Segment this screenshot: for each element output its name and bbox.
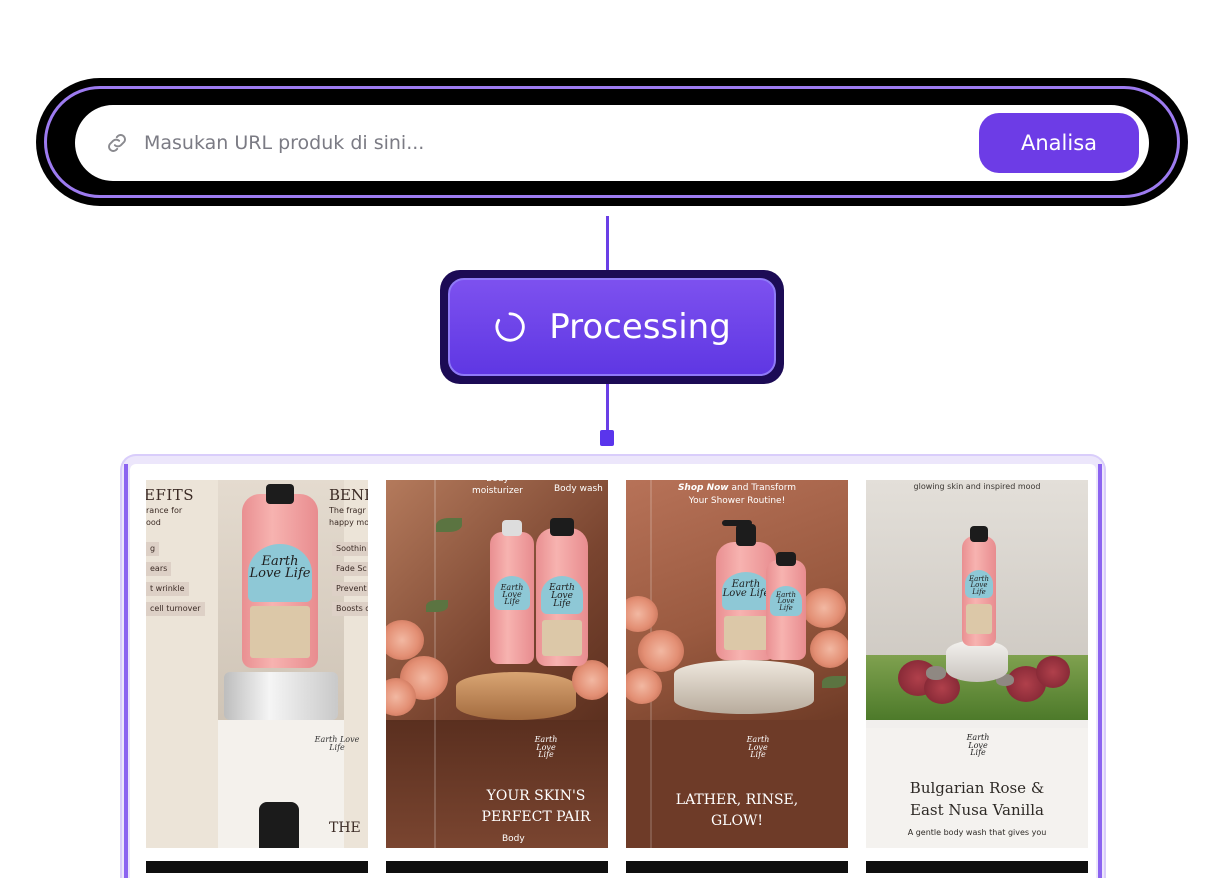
card-tagline: YOUR SKIN'S PERFECT PAIR [481, 788, 591, 825]
benefit-text-right-2: happy mo [329, 518, 368, 527]
card-bottom-strip [146, 861, 368, 873]
brand-logo: Earth Love Life [249, 554, 311, 581]
benefit-text-left-2: ood [146, 518, 161, 527]
benefit-chip-left-4: cell turnover [146, 602, 205, 616]
card-lower-panel [386, 720, 608, 848]
result-card-bulgarian-rose[interactable]: Earth Love Life glowing skin and inspire… [866, 480, 1088, 848]
stone-decoration [926, 666, 946, 680]
bottle-cap [550, 518, 574, 536]
card-description: A gentle body wash that gives you [907, 828, 1047, 837]
headline-line-2: Your Shower Routine! [688, 495, 786, 506]
shrub-decoration [1036, 656, 1070, 688]
product-bottle-wash: Earth Love Life [766, 552, 806, 660]
section-heading-bottom: THE [329, 820, 361, 836]
spinner-icon [495, 312, 525, 342]
card-bottom-strip [866, 861, 1088, 873]
leaf-decoration [426, 600, 448, 612]
bottle-cap [266, 484, 294, 504]
benefit-chip-right-3: Prevent [332, 582, 368, 596]
processing-status: Processing [448, 278, 776, 376]
brand-logo: Earth Love Life [549, 583, 575, 610]
card-title-line-2: East Nusa Vanilla [910, 800, 1044, 819]
product-bottle-wash: Earth Love Life [536, 518, 588, 666]
caption-moisturizer: Body moisturizer [472, 480, 523, 496]
stone-pedestal [674, 660, 814, 714]
pedestal [224, 672, 338, 720]
bottle-info-label [966, 604, 992, 634]
wood-pedestal [456, 672, 576, 720]
result-card-lather-rinse[interactable]: Earth Love Life Earth Love Life Shop Now… [626, 480, 848, 848]
link-icon [108, 134, 126, 152]
card-title: Bulgarian Rose & East Nusa Vanilla [866, 778, 1088, 822]
headline-rest: and Transform [728, 483, 797, 493]
benefit-chip-right-2: Fade Sc [332, 562, 368, 576]
benefits-heading-left: EFITS [146, 486, 195, 504]
card-top-text: glowing skin and inspired mood [913, 482, 1041, 491]
brand-logo-small: Earth Love Life [746, 735, 770, 760]
benefit-chip-left-2: ears [146, 562, 172, 576]
product-bottle: Earth Love Life [962, 526, 996, 646]
benefit-chip-right-4: Boosts c [332, 602, 368, 616]
benefit-chip-left-1: g [146, 542, 160, 556]
brand-logo: Earth Love Life [776, 591, 796, 612]
rose-decoration [572, 660, 608, 700]
brand-logo-small: Earth Love Life [314, 735, 360, 752]
benefit-chip-left-3: t wrinkle [146, 582, 189, 596]
url-placeholder[interactable]: Masukan URL produk di sini... [144, 132, 979, 154]
stone-pedestal [946, 640, 1008, 682]
bottle-info-label [542, 620, 582, 656]
rose-decoration [802, 588, 846, 628]
card-headline: Shop Now and Transform Your Shower Routi… [626, 482, 848, 507]
result-gallery: Earth Love Life Earth Love Life EFITS BE… [122, 456, 1104, 878]
processing-status-container: Processing [440, 270, 784, 384]
product-bottle: Earth Love Life [242, 484, 318, 668]
rose-decoration [810, 630, 848, 668]
bottle-cap [502, 520, 522, 536]
pump-nozzle [722, 520, 752, 526]
pump-cap [736, 524, 756, 546]
caption-body-wash: Body wash [554, 484, 603, 494]
brand-logo: Earth Love Life [722, 579, 770, 599]
gallery-edge-right [1098, 464, 1102, 878]
result-card-perfect-pair[interactable]: Earth Love Life Earth Love Life Body moi… [386, 480, 608, 848]
benefit-chip-right-1: Soothin [332, 542, 368, 556]
connector-dot [600, 430, 614, 446]
connector-line-top [606, 216, 609, 272]
analyze-button[interactable]: Analisa [979, 113, 1139, 173]
benefits-heading-right: BENE [329, 486, 368, 504]
bottle-cap [776, 552, 796, 566]
rose-decoration [638, 630, 684, 672]
card-bottom-strip [626, 861, 848, 873]
url-input-field[interactable]: Masukan URL produk di sini... Analisa [75, 105, 1149, 181]
connector-line-bottom [606, 382, 609, 432]
processing-label: Processing [549, 307, 731, 347]
bottle-info-label [250, 606, 310, 658]
benefit-text-right-1: The fragr [329, 506, 366, 515]
card-footer-text: Body [502, 834, 525, 844]
bottle-cap [970, 526, 988, 542]
leaf-decoration [822, 676, 846, 688]
bottle-info-label [724, 616, 768, 650]
brand-logo: Earth Love Life [969, 575, 989, 596]
url-input-container: Masukan URL produk di sini... Analisa [44, 86, 1180, 198]
bottle-cap-bottom [259, 802, 299, 848]
result-card-benefits[interactable]: Earth Love Life Earth Love Life EFITS BE… [146, 480, 368, 848]
benefit-text-left-1: rance for [146, 506, 183, 515]
product-bottle-moisturizer: Earth Love Life [490, 520, 534, 664]
card-tagline: LATHER, RINSE, GLOW! [675, 792, 799, 829]
brand-logo: Earth Love Life [500, 583, 524, 607]
leaf-decoration [436, 518, 462, 532]
card-bottom-strip [386, 861, 608, 873]
gallery-edge-left [124, 464, 128, 878]
brand-logo-small: Earth Love Life [534, 735, 558, 760]
headline-emphasis: Shop Now [677, 483, 729, 493]
card-title-line-1: Bulgarian Rose & [909, 779, 1045, 797]
brand-logo-small: Earth Love Life [966, 733, 990, 758]
